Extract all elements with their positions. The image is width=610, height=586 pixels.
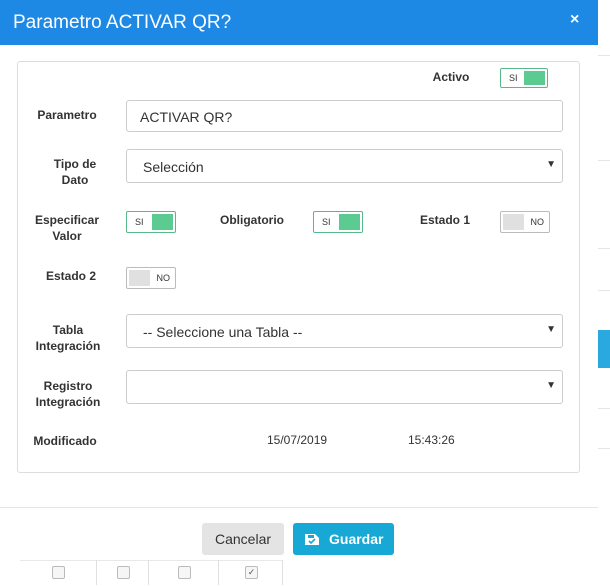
toggle-knob bbox=[152, 214, 173, 230]
toggle-knob bbox=[524, 71, 545, 85]
tabla-integracion-value: -- Seleccione una Tabla -- bbox=[143, 324, 303, 340]
estado1-toggle[interactable]: NO bbox=[500, 211, 550, 233]
toggle-text: SI bbox=[322, 217, 331, 227]
registro-integracion-label: Registro Integración bbox=[35, 379, 101, 409]
background-col-separator bbox=[96, 560, 97, 585]
background-col-separator bbox=[282, 560, 283, 585]
toggle-knob bbox=[339, 214, 360, 230]
chevron-down-icon: ▼ bbox=[546, 159, 556, 170]
save-button[interactable]: Guardar bbox=[293, 523, 394, 555]
background-divider bbox=[598, 55, 610, 56]
obligatorio-toggle[interactable]: SI bbox=[313, 211, 363, 233]
tabla-integracion-select[interactable]: -- Seleccione una Tabla -- ▼ bbox=[126, 314, 563, 348]
background-col-separator bbox=[218, 560, 219, 585]
background-highlight bbox=[598, 330, 610, 368]
background-checkbox[interactable] bbox=[178, 566, 191, 579]
modal-header: Parametro ACTIVAR QR? × bbox=[0, 0, 598, 45]
activo-label: Activo bbox=[432, 70, 470, 84]
especificar-valor-toggle[interactable]: SI bbox=[126, 211, 176, 233]
chevron-down-icon: ▼ bbox=[546, 324, 556, 335]
toggle-text: NO bbox=[156, 273, 171, 283]
estado2-toggle[interactable]: NO bbox=[126, 267, 176, 289]
especificar-valor-label: Especificar Valor bbox=[34, 213, 100, 243]
parametro-input[interactable]: ACTIVAR QR? bbox=[126, 100, 563, 132]
estado2-label: Estado 2 bbox=[45, 269, 96, 283]
chevron-down-icon: ▼ bbox=[546, 380, 556, 391]
background-divider bbox=[598, 448, 610, 449]
close-icon[interactable]: × bbox=[570, 11, 579, 29]
registro-integracion-select[interactable]: ▼ bbox=[126, 370, 563, 404]
modificado-date: 15/07/2019 bbox=[267, 433, 328, 447]
parametro-value: ACTIVAR QR? bbox=[140, 109, 233, 125]
activo-toggle[interactable]: SI bbox=[500, 68, 548, 88]
background-divider bbox=[598, 408, 610, 409]
tipo-dato-label: Tipo de Dato bbox=[53, 157, 97, 187]
background-page-edge bbox=[598, 0, 610, 585]
estado1-label: Estado 1 bbox=[419, 213, 470, 227]
toggle-text: NO bbox=[530, 217, 545, 227]
parametro-label: Parametro bbox=[37, 108, 97, 122]
toggle-text: SI bbox=[509, 73, 518, 83]
background-checkbox[interactable] bbox=[117, 566, 130, 579]
tipo-dato-value: Selección bbox=[143, 159, 204, 175]
background-divider bbox=[598, 160, 610, 161]
modal-title: Parametro ACTIVAR QR? bbox=[13, 12, 232, 33]
toggle-knob bbox=[129, 270, 150, 286]
modificado-time: 15:43:26 bbox=[408, 433, 455, 447]
obligatorio-label: Obligatorio bbox=[220, 213, 284, 227]
cancel-button[interactable]: Cancelar bbox=[202, 523, 284, 555]
modal-dialog: Parametro ACTIVAR QR? × Activo SI Parame… bbox=[0, 0, 598, 560]
background-checkbox-checked[interactable]: ✓ bbox=[245, 566, 258, 579]
background-divider bbox=[598, 290, 610, 291]
footer-divider bbox=[0, 507, 598, 508]
toggle-text: SI bbox=[135, 217, 144, 227]
background-col-separator bbox=[148, 560, 149, 585]
background-checkbox[interactable] bbox=[52, 566, 65, 579]
save-button-label: Guardar bbox=[329, 531, 384, 547]
tabla-integracion-label: Tabla Integración bbox=[35, 323, 101, 353]
tipo-dato-select[interactable]: Selección ▼ bbox=[126, 149, 563, 183]
background-divider bbox=[598, 248, 610, 249]
toggle-knob bbox=[503, 214, 524, 230]
save-icon bbox=[304, 523, 320, 555]
modificado-label: Modificado bbox=[33, 434, 97, 448]
